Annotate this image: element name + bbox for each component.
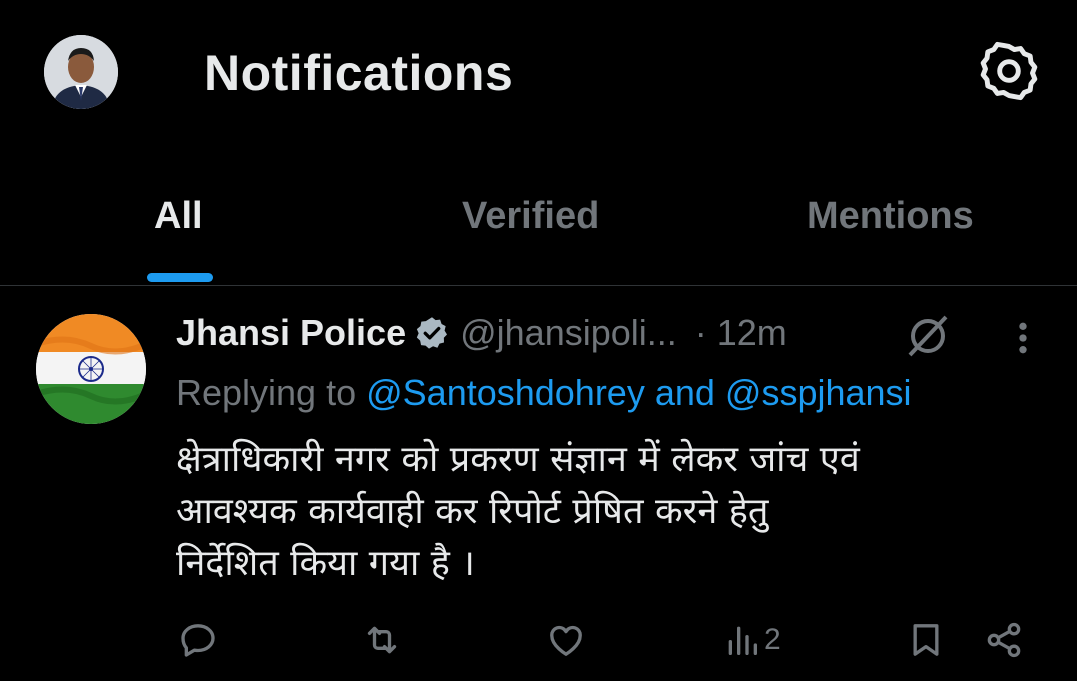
bookmark-button[interactable] — [906, 620, 946, 660]
tab-verified[interactable]: Verified — [462, 195, 599, 238]
like-button[interactable] — [546, 620, 586, 660]
more-options-icon[interactable] — [1008, 318, 1038, 358]
repost-button[interactable] — [362, 620, 402, 660]
tweet-body: क्षेत्राधिकारी नगर को प्रकरण संज्ञान में… — [176, 434, 1036, 590]
heart-icon — [550, 625, 582, 656]
notification-tweet[interactable]: Jhansi Police @jhansipoli... · 12m Replyi… — [0, 286, 1077, 681]
views-icon — [728, 626, 757, 655]
notification-tabs: All Verified Mentions — [0, 185, 1077, 286]
replying-to-users[interactable]: @Santoshdohrey and @sspjhansi — [366, 372, 911, 413]
gear-icon[interactable] — [978, 40, 1040, 102]
replying-to: Replying to @Santoshdohrey and @sspjhans… — [176, 372, 912, 414]
views-button[interactable]: 2 — [722, 620, 781, 660]
author-handle[interactable]: @jhansipoli... — [460, 312, 677, 353]
verified-badge-icon — [416, 317, 448, 349]
author-avatar[interactable] — [36, 314, 146, 424]
tweet-body-line: आवश्यक कार्यवाही कर रिपोर्ट प्रेषित करने… — [176, 491, 769, 532]
share-button[interactable] — [984, 620, 1024, 660]
tweet-body-line: निर्देशित किया गया है । — [176, 543, 475, 584]
tweet-body-line: क्षेत्राधिकारी नगर को प्रकरण संज्ञान में… — [176, 439, 860, 480]
tweet-time[interactable]: · 12m — [695, 312, 787, 353]
header: Notifications — [0, 0, 1077, 150]
page-title: Notifications — [204, 45, 514, 101]
views-count: 2 — [764, 623, 781, 656]
profile-avatar[interactable] — [44, 35, 118, 109]
grok-icon[interactable] — [904, 312, 952, 360]
tab-mentions[interactable]: Mentions — [807, 195, 974, 238]
bookmark-icon — [913, 624, 939, 656]
reply-icon — [181, 624, 215, 657]
tweet-header: Jhansi Police @jhansipoli... · 12m — [176, 312, 787, 362]
share-icon — [987, 622, 1021, 658]
tweet-actions: 2 — [0, 616, 1077, 666]
active-tab-indicator — [147, 273, 213, 282]
repost-icon — [367, 626, 397, 654]
tab-all[interactable]: All — [154, 195, 203, 238]
replying-to-label: Replying to — [176, 372, 367, 413]
author-name[interactable]: Jhansi Police — [176, 312, 406, 353]
reply-button[interactable] — [178, 620, 218, 660]
